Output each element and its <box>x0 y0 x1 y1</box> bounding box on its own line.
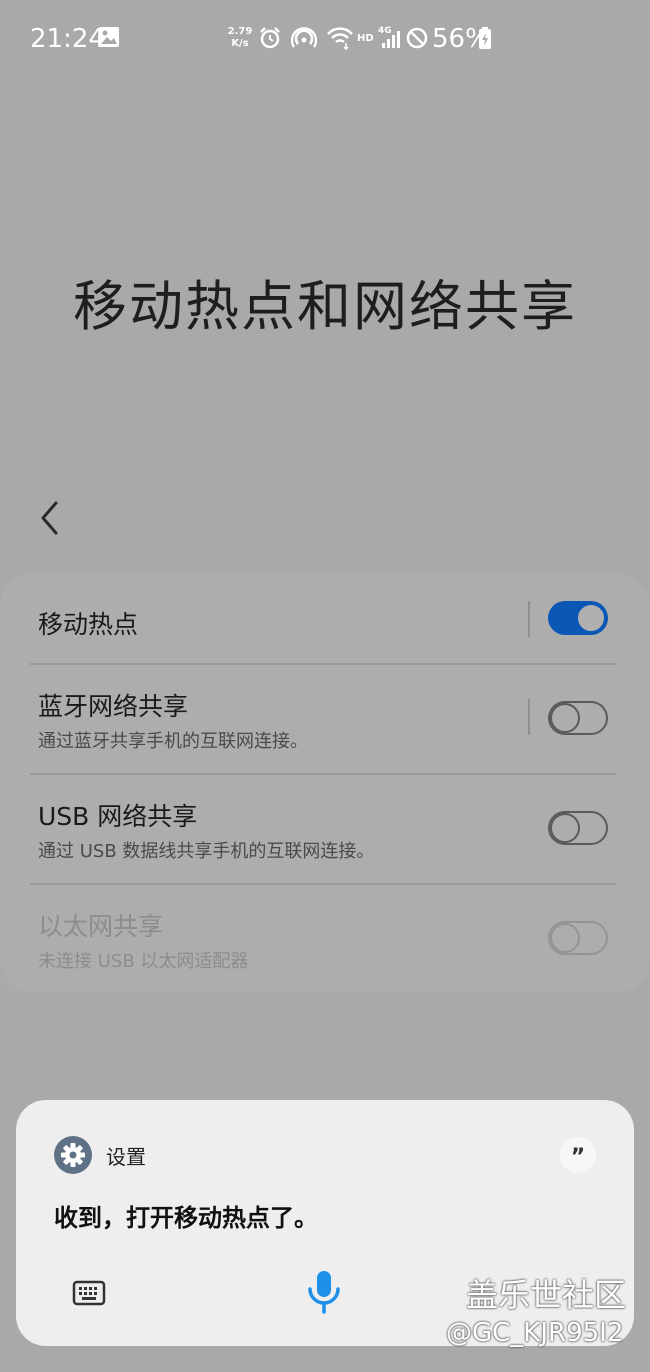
setting-subtitle: 通过蓝牙共享手机的互联网连接。 <box>38 731 308 752</box>
gallery-icon <box>99 27 119 47</box>
usb-tethering-toggle[interactable] <box>548 811 608 845</box>
microphone-button[interactable] <box>304 1268 344 1318</box>
setting-title: 移动热点 <box>38 610 139 639</box>
watermark-handle: @GC_KJR95I2 <box>446 1318 624 1348</box>
toggle-knob <box>576 603 606 633</box>
app-name: 设置 <box>106 1145 146 1169</box>
do-not-disturb-icon <box>406 27 428 49</box>
network-speed-value: 2.79 <box>227 26 253 37</box>
tethering-settings-card: 移动热点 蓝牙网络共享 通过蓝牙共享手机的互联网连接。 USB 网络共享 通过 … <box>0 573 650 993</box>
setting-subtitle: 通过 USB 数据线共享手机的互联网连接。 <box>38 841 375 862</box>
setting-title: 以太网共享 <box>38 912 164 941</box>
screen: 21:24 2.79 K/s HD 4G 56% 移动热点和网络共享 移动热点 … <box>0 0 650 1372</box>
keyboard-button[interactable] <box>72 1276 106 1310</box>
watermark-title: 盖乐世社区 <box>466 1276 627 1314</box>
quote-icon: ” <box>570 1145 586 1170</box>
hotspot-icon <box>291 27 317 48</box>
gear-icon <box>61 1143 85 1167</box>
setting-subtitle: 未连接 USB 以太网适配器 <box>38 951 249 972</box>
toggle-knob <box>550 923 580 953</box>
status-bar: 21:24 2.79 K/s HD 4G 56% <box>0 0 650 80</box>
ethernet-tethering-toggle <box>548 921 608 955</box>
network-speed: 2.79 K/s <box>226 26 254 50</box>
keyboard-icon <box>72 1280 106 1306</box>
setting-row-bluetooth-tethering[interactable]: 蓝牙网络共享 通过蓝牙共享手机的互联网连接。 <box>0 665 650 773</box>
setting-title: 蓝牙网络共享 <box>38 692 189 721</box>
battery-charging-icon <box>479 27 491 49</box>
chevron-left-icon <box>41 501 58 535</box>
bluetooth-tethering-toggle[interactable] <box>548 701 608 735</box>
back-button[interactable] <box>34 495 68 541</box>
setting-row-ethernet-tethering: 以太网共享 未连接 USB 以太网适配器 <box>0 885 650 993</box>
hd-badge: HD <box>357 33 374 44</box>
status-time: 21:24 <box>30 24 105 54</box>
row-vertical-divider <box>528 601 530 637</box>
network-speed-unit: K/s <box>231 38 249 49</box>
quote-button[interactable]: ” <box>560 1137 596 1173</box>
signal-icon <box>382 31 400 48</box>
toggle-knob <box>550 813 580 843</box>
mobile-hotspot-toggle[interactable] <box>548 601 608 635</box>
assistant-response: 收到，打开移动热点了。 <box>54 1204 318 1232</box>
setting-row-usb-tethering[interactable]: USB 网络共享 通过 USB 数据线共享手机的互联网连接。 <box>0 775 650 883</box>
wifi-icon <box>327 27 353 50</box>
setting-row-mobile-hotspot[interactable]: 移动热点 <box>0 573 650 663</box>
setting-title: USB 网络共享 <box>38 802 198 831</box>
microphone-icon <box>308 1271 340 1314</box>
alarm-icon <box>260 27 280 49</box>
row-vertical-divider <box>528 699 530 735</box>
settings-app-icon <box>54 1136 92 1174</box>
toggle-knob <box>550 703 580 733</box>
page-title: 移动热点和网络共享 <box>73 275 577 338</box>
